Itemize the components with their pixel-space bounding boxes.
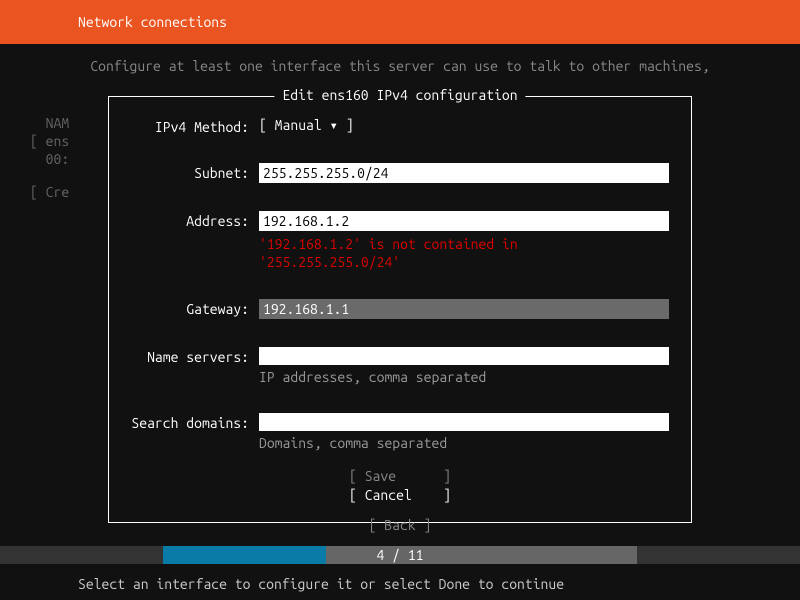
address-input[interactable]: 192.168.1.2	[259, 211, 669, 231]
nameservers-label: Name servers:	[131, 347, 259, 365]
search-label: Search domains:	[131, 413, 259, 431]
dialog-title: Edit ens160 IPv4 configuration	[274, 87, 525, 103]
subnet-input[interactable]: 255.255.255.0/24	[259, 163, 669, 183]
address-error: '192.168.1.2' is not contained in '255.2…	[259, 231, 669, 271]
progress-text: 4 / 11	[0, 547, 800, 563]
address-label: Address:	[131, 211, 259, 229]
search-input[interactable]	[259, 413, 669, 431]
page-header: Network connections	[0, 0, 800, 44]
save-button[interactable]: [ Save ]	[131, 467, 669, 485]
bg-create-fragment: [ Cre	[30, 183, 69, 201]
ipv4-config-dialog: Edit ens160 IPv4 configuration IPv4 Meth…	[108, 96, 692, 523]
back-button-label[interactable]: [ Back ]	[369, 517, 432, 533]
back-button[interactable]: [ Back ]	[0, 517, 800, 533]
search-help: Domains, comma separated	[259, 431, 669, 451]
nameservers-input[interactable]	[259, 347, 669, 365]
progress-bar: 4 / 11	[0, 546, 800, 564]
subnet-label: Subnet:	[131, 163, 259, 181]
method-label: IPv4 Method:	[131, 117, 259, 135]
nameservers-help: IP addresses, comma separated	[259, 365, 669, 385]
method-select[interactable]: [ Manual ▾ ]	[259, 117, 354, 133]
instruction-text: Configure at least one interface this se…	[0, 44, 800, 88]
dialog-buttons: [ Save ] [ Cancel ]	[131, 467, 669, 503]
page-title: Network connections	[78, 14, 227, 30]
footer-hint: Select an interface to configure it or s…	[78, 576, 564, 592]
gateway-input[interactable]: 192.168.1.1	[259, 299, 669, 319]
bg-interface-ens: [ ens	[30, 132, 69, 150]
gateway-label: Gateway:	[131, 299, 259, 317]
bg-mac-fragment: 00:	[30, 150, 69, 168]
cancel-button[interactable]: [ Cancel ]	[131, 486, 669, 504]
background-interface-list: NAM [ ens 00: [ Cre	[30, 114, 69, 201]
bg-nam-header: NAM	[30, 114, 69, 132]
